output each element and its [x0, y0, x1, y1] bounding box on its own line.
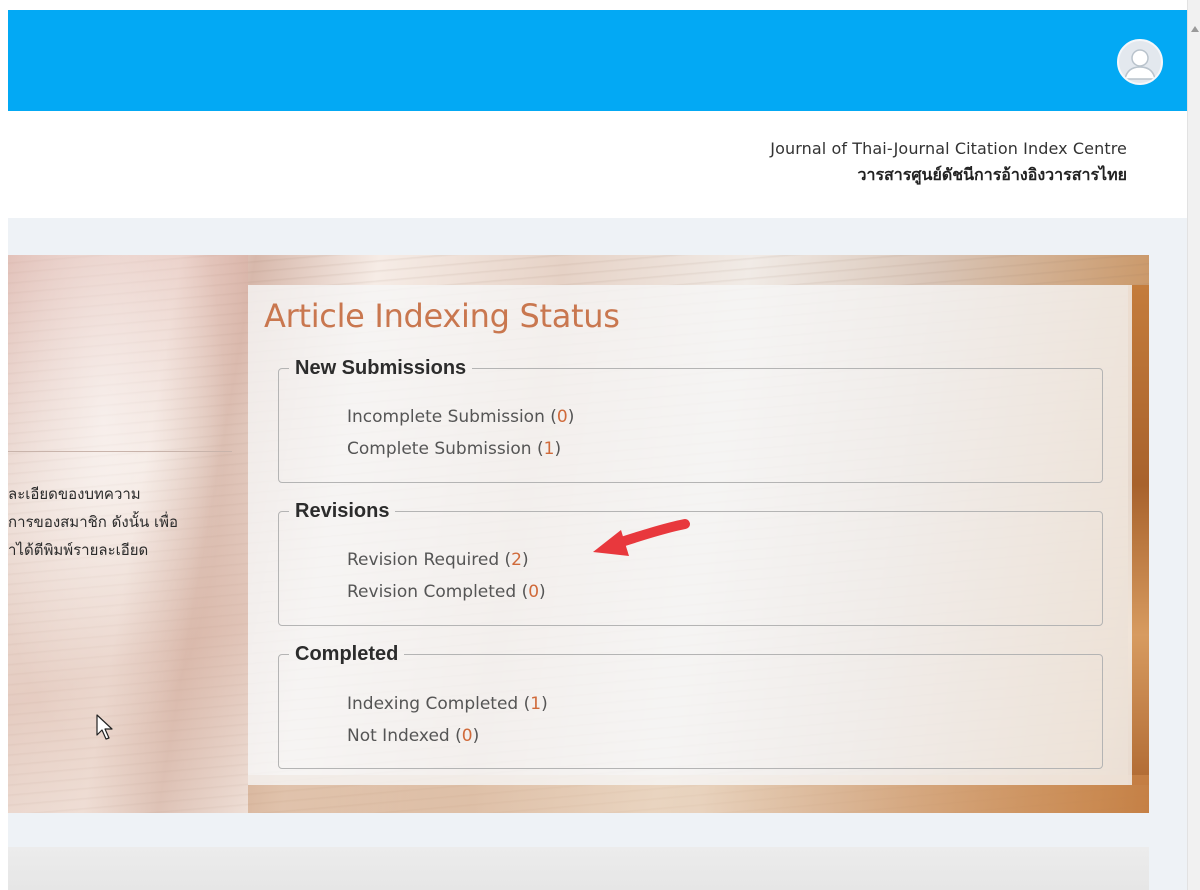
status-link-incomplete-submission[interactable]: Incomplete Submission (0) [347, 401, 574, 433]
status-count: 0 [528, 582, 540, 602]
status-link-complete-submission[interactable]: Complete Submission (1) [347, 433, 574, 465]
journal-title-block: Journal of Thai-Journal Citation Index C… [770, 137, 1127, 189]
status-link-not-indexed[interactable]: Not Indexed (0) [347, 720, 548, 752]
status-label: Indexing Completed [347, 694, 519, 714]
panel-title: Article Indexing Status [264, 297, 620, 335]
group-legend: New Submissions [295, 357, 467, 379]
status-count: 1 [530, 694, 542, 714]
journal-name-thai: วารสารศูนย์ดัชนีการอ้างอิงวารสารไทย [857, 165, 1127, 184]
status-count: 2 [511, 550, 522, 570]
intro-divider [8, 451, 232, 452]
journal-name-english: Journal of Thai-Journal Citation Index C… [770, 139, 1127, 158]
status-label: Complete Submission [347, 439, 532, 459]
group-legend: Revisions [295, 500, 390, 522]
page-scrollbar[interactable] [1187, 0, 1200, 890]
intro-text-line: ละเอียดของบทความ [8, 485, 141, 503]
status-label: Revision Completed [347, 582, 517, 602]
next-section-card [8, 847, 1149, 890]
top-header-bar [8, 10, 1187, 111]
mouse-cursor-icon [96, 714, 113, 740]
scroll-up-arrow-icon[interactable] [1191, 26, 1199, 32]
status-link-revision-required[interactable]: Revision Required (2) [347, 544, 546, 576]
group-legend: Completed [295, 643, 399, 665]
status-count: 1 [543, 439, 555, 459]
status-label: Revision Required [347, 550, 500, 570]
status-count: 0 [461, 726, 473, 746]
status-label: Incomplete Submission [347, 407, 545, 427]
user-avatar-icon[interactable] [1117, 39, 1163, 85]
intro-text-line: าได้ตีพิมพ์รายละเอียด [8, 541, 149, 559]
intro-text: ละเอียดของบทความ การของสมาชิก ดังนั้น เพ… [8, 480, 238, 564]
status-link-revision-completed[interactable]: Revision Completed (0) [347, 576, 546, 608]
status-link-indexing-completed[interactable]: Indexing Completed (1) [347, 688, 548, 720]
intro-text-line: การของสมาชิก ดังนั้น เพื่อ [8, 513, 179, 531]
status-count: 0 [556, 407, 568, 427]
red-pointer-arrow-icon [593, 519, 690, 556]
revisions-list: Revision Required (2) Revision Completed… [347, 544, 546, 608]
completed-list: Indexing Completed (1) Not Indexed (0) [347, 688, 548, 752]
status-label: Not Indexed [347, 726, 450, 746]
new-submissions-list: Incomplete Submission (0) Complete Submi… [347, 401, 574, 465]
